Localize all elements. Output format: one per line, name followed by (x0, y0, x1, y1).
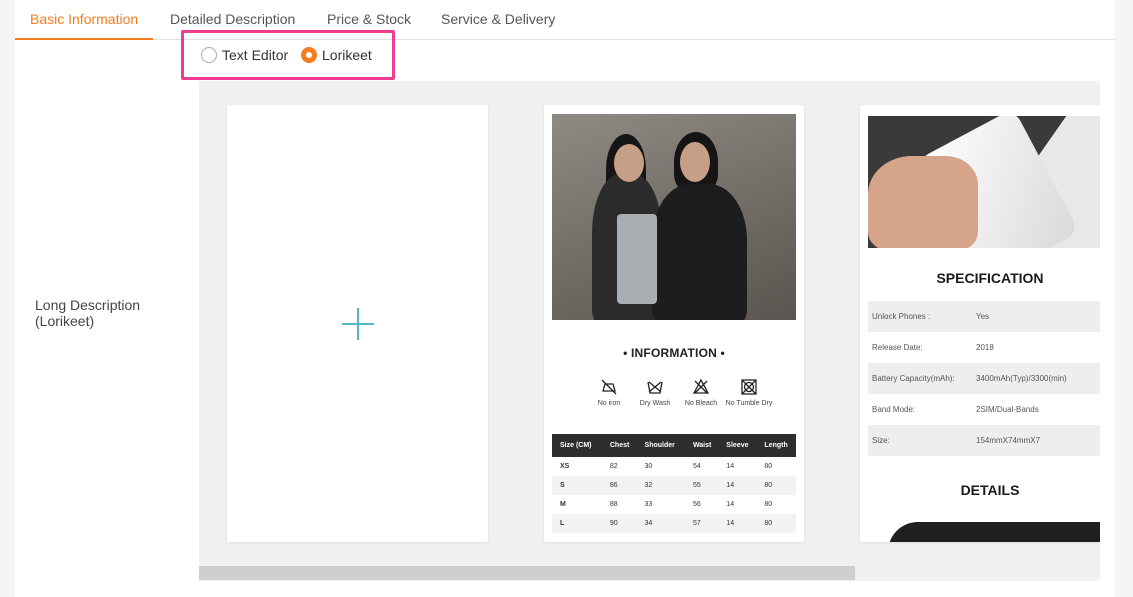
plus-icon (341, 307, 374, 340)
spec-row: Size: 154mmX74mmX7 (868, 425, 1100, 456)
radio-text-editor[interactable]: Text Editor (201, 47, 288, 63)
size-table-header: Size (CM) Chest Shoulder Waist Sleeve Le… (552, 434, 796, 457)
radio-unchecked-icon (201, 47, 217, 63)
no-iron-icon (601, 379, 617, 395)
horizontal-scrollbar[interactable] (199, 566, 855, 580)
care-icons-row: No iron Dry Wash No Bleach No Tumble Dry (584, 378, 774, 423)
editor-mode-highlight: Text Editor Lorikeet (181, 30, 395, 80)
tab-basic-information[interactable]: Basic Information (30, 11, 138, 27)
tab-bar: Basic Information Detailed Description P… (15, 0, 1115, 40)
tab-detailed-description[interactable]: Detailed Description (170, 11, 295, 27)
size-table: Size (CM) Chest Shoulder Waist Sleeve Le… (552, 434, 796, 533)
template-gallery: • INFORMATION • No iron Dry Wash No Blea… (199, 81, 1100, 581)
care-no-tumble-dry: No Tumble Dry (724, 378, 774, 407)
add-template-card[interactable] (227, 105, 488, 542)
care-no-bleach: No Bleach (676, 378, 726, 407)
table-row: M 88 33 56 14 80 (560, 501, 773, 508)
radio-lorikeet[interactable]: Lorikeet (301, 47, 372, 63)
dry-wash-icon (647, 381, 663, 394)
product-photo (868, 116, 1100, 248)
tab-service-delivery[interactable]: Service & Delivery (441, 11, 555, 27)
active-tab-indicator (15, 38, 153, 40)
details-photo (868, 514, 1100, 542)
radio-checked-icon (301, 47, 317, 63)
spec-row: Band Mode: 2SIM/Dual-Bands (872, 405, 1039, 414)
field-label-line1: Long Description (35, 297, 141, 313)
fashion-template-card[interactable]: • INFORMATION • No iron Dry Wash No Blea… (544, 105, 804, 542)
long-description-label: Long Description (Lorikeet) (35, 297, 175, 329)
radio-text-editor-label: Text Editor (222, 47, 289, 63)
information-heading: • INFORMATION • (623, 346, 725, 360)
tab-price-stock[interactable]: Price & Stock (327, 11, 411, 27)
field-label-line2: (Lorikeet) (35, 313, 95, 329)
specification-heading: SPECIFICATION (936, 270, 1044, 286)
specification-template-card[interactable]: SPECIFICATION Unlock Phones : Yes Release… (860, 105, 1100, 542)
details-heading: DETAILS (960, 482, 1020, 498)
no-tumble-dry-icon (741, 379, 757, 395)
table-row: XS 82 30 54 14 80 (560, 463, 773, 470)
care-dry-wash: Dry Wash (630, 378, 680, 407)
table-row: L 90 34 57 14 80 (552, 514, 796, 533)
spec-row: Release Date: 2018 (872, 343, 994, 352)
no-bleach-icon (692, 378, 710, 394)
spec-row: Unlock Phones : Yes (868, 301, 1100, 332)
radio-lorikeet-label: Lorikeet (322, 47, 372, 63)
care-no-iron: No iron (584, 378, 634, 407)
product-edit-panel: Basic Information Detailed Description P… (15, 0, 1115, 597)
spec-row: Battery Capacity(mAh): 3400mAh(Typ)/3300(… (868, 363, 1100, 394)
spec-list: Unlock Phones : Yes Release Date: 2018 Bat… (868, 301, 1100, 456)
fashion-photo (552, 114, 796, 320)
table-row: S 86 32 55 14 80 (552, 476, 796, 495)
